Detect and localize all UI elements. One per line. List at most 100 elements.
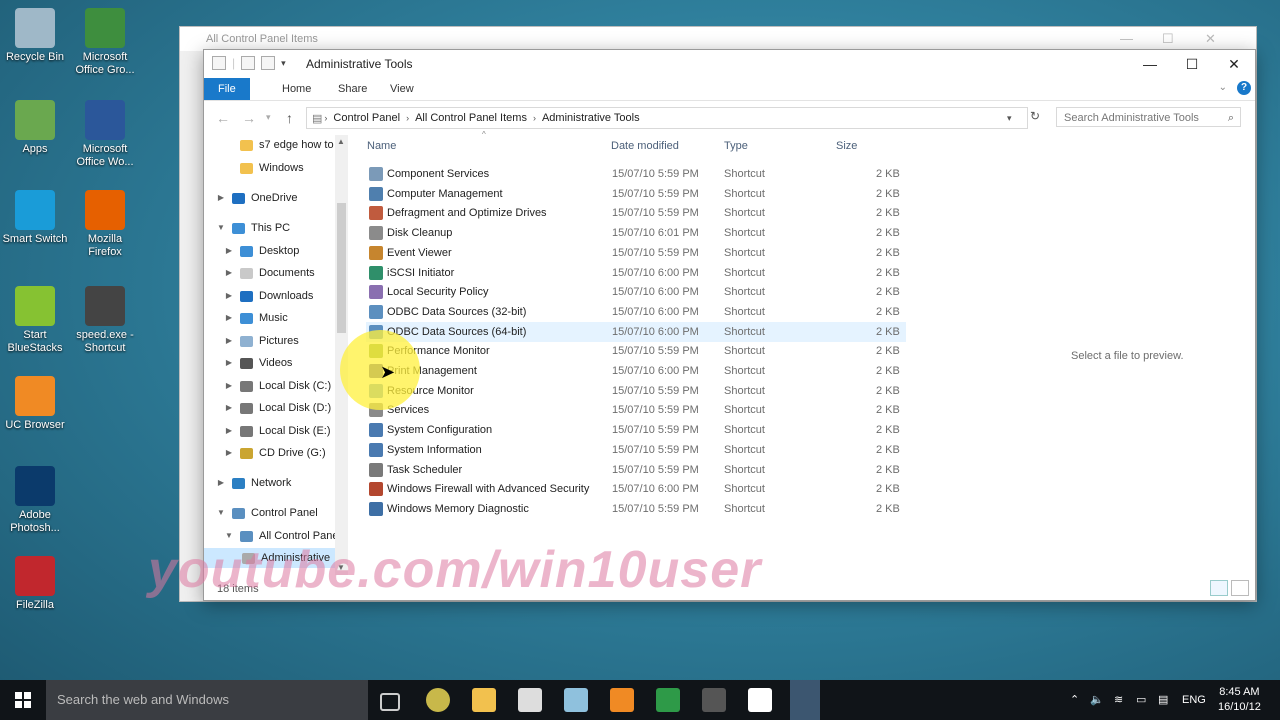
expand-chevron-icon[interactable]: ▶ (224, 353, 234, 373)
minimize-button[interactable]: — (1128, 50, 1172, 78)
expand-chevron-icon[interactable]: ▶ (224, 286, 234, 306)
nav-item-local-disk-c[interactable]: ▶ Local Disk (C:) (224, 376, 331, 396)
expand-chevron-icon[interactable]: ▶ (224, 331, 234, 351)
details-view-icon[interactable] (1210, 580, 1228, 596)
column-header-date[interactable]: Date modified (611, 140, 679, 152)
nav-item-control-panel[interactable]: ▼ Control Panel (216, 503, 318, 523)
desktop-icon-nfs[interactable]: speed.exe - Shortcut (70, 286, 140, 355)
wifi-icon[interactable]: ≋ (1114, 680, 1123, 720)
clock[interactable]: 8:45 AM 16/10/12 (1218, 685, 1261, 715)
tab-home[interactable]: Home (269, 78, 324, 100)
expand-chevron-icon[interactable]: ▶ (224, 241, 234, 261)
file-row[interactable]: Resource Monitor 15/07/10 5:59 PM Shortcut… (366, 381, 906, 401)
uc-browser-taskbar-icon[interactable] (610, 688, 634, 712)
expand-chevron-icon[interactable]: ▶ (224, 308, 234, 328)
up-icon[interactable]: ↑ (286, 110, 293, 126)
file-row[interactable]: Windows Firewall with Advanced Security 1… (366, 479, 906, 499)
camtasia-icon[interactable] (656, 688, 680, 712)
file-row[interactable]: Computer Management 15/07/10 5:59 PM Short… (366, 184, 906, 204)
expand-chevron-icon[interactable]: ▶ (224, 421, 234, 441)
desktop-icon-bluestacks[interactable]: Start BlueStacks (0, 286, 70, 355)
file-row[interactable]: System Configuration 15/07/10 5:59 PM Shor… (366, 420, 906, 440)
expand-chevron-icon[interactable]: ▶ (216, 188, 226, 208)
scrollbar-thumb[interactable] (337, 203, 346, 333)
refresh-icon[interactable]: ↻ (1030, 109, 1040, 123)
close-icon[interactable]: ✕ (1205, 27, 1216, 51)
file-row[interactable]: ODBC Data Sources (64-bit) 15/07/10 6:00 … (366, 321, 906, 342)
recorder-icon[interactable] (748, 688, 772, 712)
file-row[interactable]: Performance Monitor 15/07/10 5:59 PM Short… (366, 341, 906, 361)
expand-chevron-icon[interactable]: ▶ (224, 263, 234, 283)
taskbar-search-input[interactable]: Search the web and Windows (46, 680, 368, 720)
nav-item-videos[interactable]: ▶ Videos (224, 353, 293, 373)
expand-chevron-icon[interactable]: ▶ (216, 473, 226, 493)
expand-chevron-icon[interactable]: ▶ (224, 398, 234, 418)
scroll-up-icon[interactable]: ▲ (337, 137, 345, 146)
desktop-icon-uc-browser[interactable]: UC Browser (0, 376, 70, 432)
file-row[interactable]: ODBC Data Sources (32-bit) 15/07/10 6:00 … (366, 302, 906, 322)
nav-item-pictures[interactable]: ▶ Pictures (224, 331, 299, 351)
nav-item-local-disk-e[interactable]: ▶ Local Disk (E:) (224, 421, 331, 441)
desktop-icon-filezilla[interactable]: FileZilla (0, 556, 70, 612)
file-row[interactable]: Local Security Policy 15/07/10 6:00 PM Sho… (366, 282, 906, 302)
close-button[interactable]: ✕ (1212, 50, 1256, 78)
breadcrumb-all-control-panel-items[interactable]: All Control Panel Items (415, 112, 527, 124)
volume-icon[interactable]: 🔈 (1090, 680, 1104, 720)
file-explorer-icon[interactable] (472, 688, 496, 712)
file-row[interactable]: iSCSI Initiator 15/07/10 6:00 PM Shortcut 2… (366, 263, 906, 283)
large-icons-view-icon[interactable] (1231, 580, 1249, 596)
expand-chevron-icon[interactable]: ▶ (224, 443, 234, 463)
file-row[interactable]: Task Scheduler 15/07/10 5:59 PM Shortcut 2 … (366, 460, 906, 480)
task-view-icon[interactable] (380, 693, 400, 711)
column-header-name[interactable]: Name (367, 140, 396, 152)
file-row[interactable]: Component Services 15/07/10 5:59 PM Shortc… (366, 164, 906, 184)
start-button[interactable] (0, 680, 46, 720)
show-hidden-icons-icon[interactable]: ⌃ (1070, 680, 1079, 720)
back-icon[interactable]: ← (216, 110, 230, 126)
breadcrumb-administrative-tools[interactable]: Administrative Tools (542, 112, 640, 124)
minimize-icon[interactable]: — (1120, 27, 1133, 51)
nav-item-downloads[interactable]: ▶ Downloads (224, 286, 314, 306)
maximize-icon[interactable]: ☐ (1162, 27, 1174, 51)
forward-icon[interactable]: → (242, 110, 256, 126)
recent-locations-icon[interactable]: ▾ (266, 112, 271, 123)
undo-icon[interactable] (261, 56, 276, 70)
tab-file[interactable]: File (204, 78, 250, 100)
nav-item-cd-drive-g[interactable]: ▶ CD Drive (G:) (224, 443, 326, 463)
breadcrumb-control-panel[interactable]: Control Panel (333, 112, 400, 124)
customize-qat-icon[interactable]: ▾ (281, 58, 286, 69)
desktop-icon-photoshop[interactable]: Adobe Photosh... (0, 466, 70, 535)
maximize-button[interactable]: ☐ (1170, 50, 1214, 78)
notepad-icon[interactable] (564, 688, 588, 712)
collapse-chevron-icon[interactable]: ▼ (216, 503, 226, 523)
battery-icon[interactable]: ▭ (1136, 680, 1146, 720)
nav-item-windows[interactable]: Windows (240, 158, 304, 178)
desktop-icon-apps[interactable]: Apps (0, 100, 70, 156)
file-row[interactable]: Print Management 15/07/10 6:00 PM Shortcut… (366, 361, 906, 381)
nav-item-s7-edge-how-to[interactable]: s7 edge how to (240, 135, 334, 155)
nav-item-documents[interactable]: ▶ Documents (224, 263, 315, 283)
expand-ribbon-icon[interactable]: ⌄ (1219, 82, 1227, 93)
desktop-icon-office-groove[interactable]: Microsoft Office Gro... (70, 8, 140, 77)
new-folder-icon[interactable] (241, 56, 256, 70)
properties-icon[interactable] (212, 56, 226, 70)
collapse-chevron-icon[interactable]: ▼ (216, 218, 226, 238)
media-player-icon[interactable] (426, 688, 450, 712)
nav-item-network[interactable]: ▶ Network (216, 473, 291, 493)
file-row[interactable]: Defragment and Optimize Drives 15/07/10 5… (366, 203, 906, 223)
nav-item-onedrive[interactable]: ▶ OneDrive (216, 188, 298, 208)
help-icon[interactable]: ? (1237, 81, 1251, 95)
language-indicator[interactable]: ENG (1182, 680, 1206, 720)
file-row[interactable]: System Information 15/07/10 5:59 PM Shortc… (366, 440, 906, 460)
file-row[interactable]: Event Viewer 15/07/10 5:59 PM Shortcut 2 KB (366, 243, 906, 263)
desktop-icon-smart-switch[interactable]: Smart Switch (0, 190, 70, 246)
desktop-icon-firefox[interactable]: Mozilla Firefox (70, 190, 140, 259)
action-center-icon[interactable]: ▤ (1158, 680, 1168, 720)
column-header-type[interactable]: Type (724, 140, 748, 152)
desktop-icon-word[interactable]: Microsoft Office Wo... (70, 100, 140, 169)
tab-view[interactable]: View (377, 78, 427, 100)
address-bar[interactable]: ▤ › Control Panel › All Control Panel It… (306, 107, 1028, 129)
control-panel-taskbar-active[interactable] (790, 680, 820, 720)
expand-chevron-icon[interactable]: ▶ (224, 376, 234, 396)
background-window-titlebar[interactable]: All Control Panel Items — ☐ ✕ (180, 27, 1256, 51)
